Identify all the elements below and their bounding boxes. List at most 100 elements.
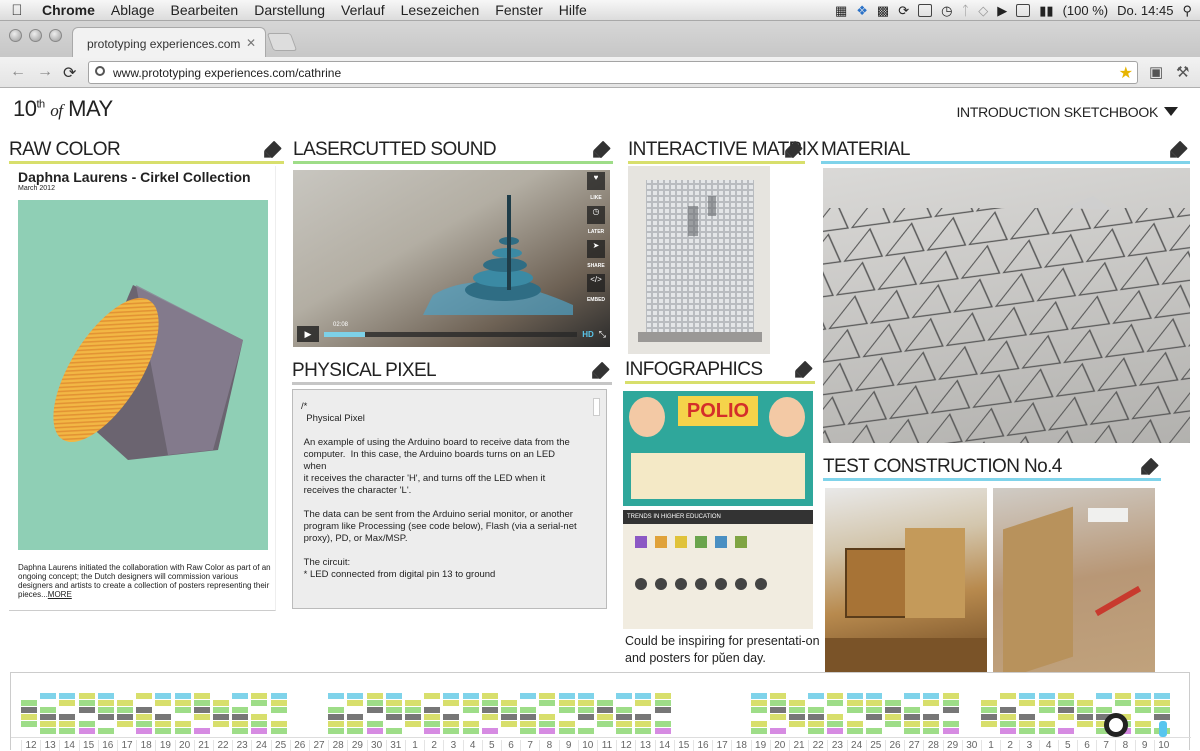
timeline-day[interactable]: 16 xyxy=(97,740,117,751)
timeline-day[interactable]: 4 xyxy=(1038,740,1058,751)
scrollbar[interactable] xyxy=(593,398,600,416)
dropbox-icon[interactable]: ❖ xyxy=(856,3,868,19)
close-window-icon[interactable] xyxy=(9,29,22,42)
timeline-day[interactable]: 4 xyxy=(462,740,482,751)
timeline-day[interactable]: 15 xyxy=(673,740,693,751)
timeline-day[interactable]: 8 xyxy=(1115,740,1134,751)
timeline-day[interactable]: 18 xyxy=(136,740,155,751)
play-icon[interactable]: ▶ xyxy=(297,326,319,342)
mirror-matrix-image[interactable] xyxy=(628,166,770,354)
timeline-day[interactable]: 8 xyxy=(539,740,558,751)
article-heading[interactable]: Daphna Laurens - Cirkel Collection xyxy=(18,169,251,185)
spotlight-icon[interactable]: ⚲ xyxy=(1182,3,1192,19)
timeline-day[interactable]: 29 xyxy=(347,740,366,751)
timeline-day[interactable]: 2 xyxy=(1000,740,1019,751)
timeline-day[interactable]: 14 xyxy=(654,740,674,751)
watch-later-icon[interactable]: ◷ xyxy=(587,206,605,224)
construction-photo[interactable] xyxy=(993,488,1155,672)
timeline-day[interactable]: 3 xyxy=(443,740,462,751)
card-title[interactable]: LASERCUTTED SOUND xyxy=(293,138,613,164)
wifi-icon[interactable]: ◇ xyxy=(978,3,988,19)
volume-icon[interactable]: ▶ xyxy=(997,3,1007,19)
bookmark-star-icon[interactable]: ★ xyxy=(1119,63,1133,83)
timeline-day[interactable]: 1 xyxy=(405,740,424,751)
timeline-day[interactable]: 9 xyxy=(558,740,578,751)
tab-close-icon[interactable]: ✕ xyxy=(246,36,256,50)
timeline-day[interactable]: 7 xyxy=(520,740,539,751)
menu-darstellung[interactable]: Darstellung xyxy=(246,2,333,18)
timeline-day[interactable]: 12 xyxy=(616,740,635,751)
timeline-day[interactable]: 14 xyxy=(59,740,78,751)
embedded-article[interactable]: Daphna Laurens - Cirkel Collection March… xyxy=(9,166,276,611)
card-title[interactable]: TEST CONSTRUCTION No.4 xyxy=(823,455,1161,481)
timeline-day[interactable]: 5 xyxy=(481,740,501,751)
grid-icon[interactable]: ▦ xyxy=(835,3,847,19)
timeline-day[interactable]: 27 xyxy=(904,740,923,751)
timeline-day[interactable]: 24 xyxy=(846,740,866,751)
polio-infographic-image[interactable]: POLIO xyxy=(623,391,813,506)
timeline-day[interactable]: 2 xyxy=(424,740,443,751)
timeline-day[interactable]: 17 xyxy=(712,740,731,751)
timeline-day[interactable]: 1 xyxy=(981,740,1000,751)
battery-icon[interactable]: ▮▮ xyxy=(1039,3,1053,19)
timeline-day[interactable]: 20 xyxy=(174,740,194,751)
card-title[interactable]: RAW COLOR xyxy=(9,138,284,164)
timeline-day[interactable]: 21 xyxy=(789,740,808,751)
card-title[interactable]: INTERACTIVE MATRIX xyxy=(628,138,819,164)
hd-badge[interactable]: HD xyxy=(582,330,594,339)
timeline-day[interactable]: 28 xyxy=(923,740,942,751)
timeline-day[interactable]: 9 xyxy=(1134,740,1154,751)
timeline-day[interactable]: 23 xyxy=(827,740,846,751)
new-tab-button[interactable] xyxy=(266,33,298,51)
clock[interactable]: Do. 14:45 xyxy=(1117,3,1173,18)
timeline-day[interactable]: 30 xyxy=(961,740,981,751)
material-image[interactable] xyxy=(823,168,1190,443)
timeline-day[interactable]: 27 xyxy=(309,740,328,751)
menu-ablage[interactable]: Ablage xyxy=(103,2,163,18)
timeline-day[interactable]: 5 xyxy=(1057,740,1077,751)
cone-poster-image[interactable] xyxy=(18,200,268,550)
timeline-day[interactable]: 23 xyxy=(232,740,251,751)
sync-icon[interactable]: ⟳ xyxy=(898,3,909,19)
timeline-scrubber[interactable] xyxy=(1104,713,1128,737)
timeline-day[interactable]: 17 xyxy=(117,740,136,751)
page-menu-icon[interactable]: ▣ xyxy=(1149,63,1163,81)
reload-icon[interactable]: ⟳ xyxy=(63,63,76,83)
forward-icon[interactable]: → xyxy=(37,63,53,81)
menu-bearbeiten[interactable]: Bearbeiten xyxy=(163,2,247,18)
menu-verlauf[interactable]: Verlauf xyxy=(333,2,393,18)
apple-icon[interactable]:  xyxy=(0,2,34,19)
timeline-day[interactable]: 11 xyxy=(597,740,616,751)
address-bar[interactable]: www.prototyping experiences.com/cathrine… xyxy=(88,61,1138,84)
browser-tab[interactable]: prototyping experiences.com ✕ xyxy=(72,27,266,57)
timeline-day[interactable]: 13 xyxy=(40,740,59,751)
timeline-day[interactable]: 29 xyxy=(942,740,962,751)
timeline-day[interactable]: 13 xyxy=(635,740,654,751)
app-icon[interactable]: ▩ xyxy=(877,3,889,19)
timeline-day[interactable]: 6 xyxy=(1077,740,1096,751)
card-title[interactable]: INFOGRAPHICS xyxy=(625,358,815,384)
card-title[interactable]: MATERIAL xyxy=(821,138,1190,164)
timeline-day[interactable]: 10 xyxy=(577,740,597,751)
timeline-day[interactable]: 10 xyxy=(1153,740,1173,751)
display-icon[interactable] xyxy=(918,4,933,17)
timeline-day[interactable]: 3 xyxy=(1019,740,1038,751)
embed-icon[interactable]: </> xyxy=(587,274,605,292)
timeline-day[interactable]: 25 xyxy=(270,740,290,751)
back-icon[interactable]: ← xyxy=(10,63,26,81)
video-progress-bar[interactable] xyxy=(324,331,578,337)
timeline-day[interactable]: 31 xyxy=(385,740,405,751)
timeline-day[interactable]: 19 xyxy=(750,740,770,751)
calendar-icon[interactable] xyxy=(1016,4,1031,17)
timeline-day[interactable]: 21 xyxy=(193,740,213,751)
time-machine-icon[interactable]: ◷ xyxy=(941,3,952,19)
timeline-day[interactable]: 22 xyxy=(808,740,827,751)
menu-lesezeichen[interactable]: Lesezeichen xyxy=(393,2,488,18)
timeline-day[interactable]: 24 xyxy=(251,740,270,751)
timeline-day[interactable]: 20 xyxy=(769,740,789,751)
timeline-day[interactable]: 25 xyxy=(865,740,885,751)
wrench-icon[interactable]: ⚒ xyxy=(1176,63,1189,81)
timeline-day[interactable]: 30 xyxy=(366,740,386,751)
video-player[interactable]: ♥ LIKE ◷ LATER ➤ SHARE </> EMBED 02:08 ▶ HD … xyxy=(293,170,610,347)
timeline-marker[interactable] xyxy=(1159,721,1167,737)
